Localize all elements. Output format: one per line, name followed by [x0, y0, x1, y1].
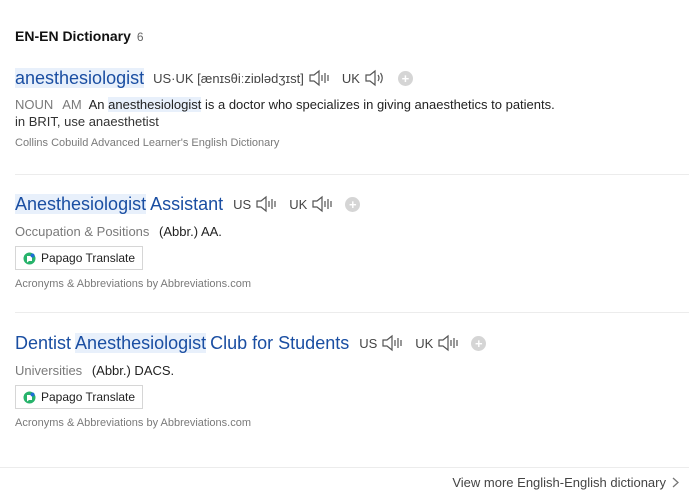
entry-word-link[interactable]: anesthesiologist — [15, 67, 145, 89]
add-to-wordbook-plus-icon[interactable]: + — [345, 196, 361, 212]
part-of-speech: NOUN — [15, 97, 54, 112]
result-count: 6 — [136, 30, 144, 44]
region-us-label: US — [233, 196, 252, 212]
view-more-label[interactable]: View more English-English dictionary — [452, 475, 666, 490]
abbreviation: (Abbr.) DACS. — [91, 363, 175, 378]
papago-icon — [23, 252, 36, 265]
definition-text-end: is a doctor who specializes in giving an… — [204, 97, 555, 112]
divider — [15, 174, 689, 175]
papago-translate-button[interactable]: Papago Translate — [15, 246, 143, 270]
section-title: EN-EN Dictionary 6 — [15, 28, 144, 44]
speaker-icon[interactable] — [308, 69, 332, 87]
definition-text-start: An — [88, 97, 105, 112]
region-uk-label: UK — [415, 335, 434, 351]
category-line: Occupation & Positions (Abbr.) AA. — [15, 224, 689, 239]
region-uk-label: UK — [341, 70, 360, 86]
definition-line: NOUN AM An anesthesiologist is a doctor … — [15, 97, 689, 112]
view-more-link[interactable]: View more English-English dictionary — [452, 475, 679, 490]
entry-word-link[interactable]: Anesthesiologist Assistant — [15, 193, 223, 215]
abbreviation: (Abbr.) AA. — [159, 224, 222, 239]
speaker-icon[interactable] — [364, 69, 388, 87]
speaker-icon[interactable] — [437, 334, 461, 352]
papago-icon — [23, 391, 36, 404]
category-line: Universities (Abbr.) DACS. — [15, 363, 689, 378]
entry-anesthesiologist-assistant: Anesthesiologist Assistant US UK + Occupa… — [15, 192, 689, 290]
category: Occupation & Positions — [15, 224, 150, 239]
speaker-icon[interactable] — [255, 195, 279, 213]
region-us-label: US — [359, 335, 378, 351]
category: Universities — [15, 363, 83, 378]
definition-highlight: anesthesiologist — [108, 97, 202, 112]
add-to-wordbook-plus-icon[interactable]: + — [397, 70, 413, 86]
entry-word-rest[interactable]: Club for Students — [210, 333, 349, 353]
papago-translate-label: Papago Translate — [41, 390, 136, 404]
entry-word-rest[interactable]: Assistant — [150, 194, 223, 214]
section-title-text: EN-EN Dictionary — [15, 28, 131, 44]
papago-translate-button[interactable]: Papago Translate — [15, 385, 143, 409]
speaker-icon[interactable] — [381, 334, 405, 352]
entry-word-highlight[interactable]: Anesthesiologist — [75, 332, 207, 353]
entry-word-before[interactable]: Dentist — [15, 333, 71, 353]
usage-note: in BRIT, use anaesthetist — [15, 114, 159, 129]
region-uk-label: UK — [289, 196, 308, 212]
divider — [15, 312, 689, 313]
dictionary-source: Acronyms & Abbreviations by Abbreviation… — [15, 417, 252, 429]
entry-headline: Dentist Anesthesiologist Club for Student… — [15, 331, 689, 355]
entry-headline: anesthesiologist US·UK [ænɪsθiːziɒlədʒɪs… — [15, 66, 689, 90]
entry-word-highlight[interactable]: Anesthesiologist — [15, 193, 147, 214]
add-to-wordbook-plus-icon[interactable]: + — [471, 335, 487, 351]
entry-word-link[interactable]: Dentist Anesthesiologist Club for Student… — [15, 332, 349, 354]
chevron-right-icon[interactable] — [672, 477, 679, 488]
entry-headline: Anesthesiologist Assistant US UK + — [15, 192, 689, 216]
dictionary-source: Collins Cobuild Advanced Learner's Engli… — [15, 137, 280, 149]
entry-dentist-anesthesiologist-club: Dentist Anesthesiologist Club for Student… — [15, 331, 689, 429]
entry-anesthesiologist: anesthesiologist US·UK [ænɪsθiːziɒlədʒɪs… — [15, 66, 689, 149]
dictionary-source: Acronyms & Abbreviations by Abbreviation… — [15, 278, 252, 290]
speaker-icon[interactable] — [311, 195, 335, 213]
papago-translate-label: Papago Translate — [41, 251, 136, 265]
pronunciation: US·UK [ænɪsθiːziɒlədʒɪst] — [153, 70, 304, 86]
usage-region: AM — [62, 97, 82, 112]
entry-word[interactable]: anesthesiologist — [15, 67, 145, 88]
footer: View more English-English dictionary — [0, 467, 689, 499]
